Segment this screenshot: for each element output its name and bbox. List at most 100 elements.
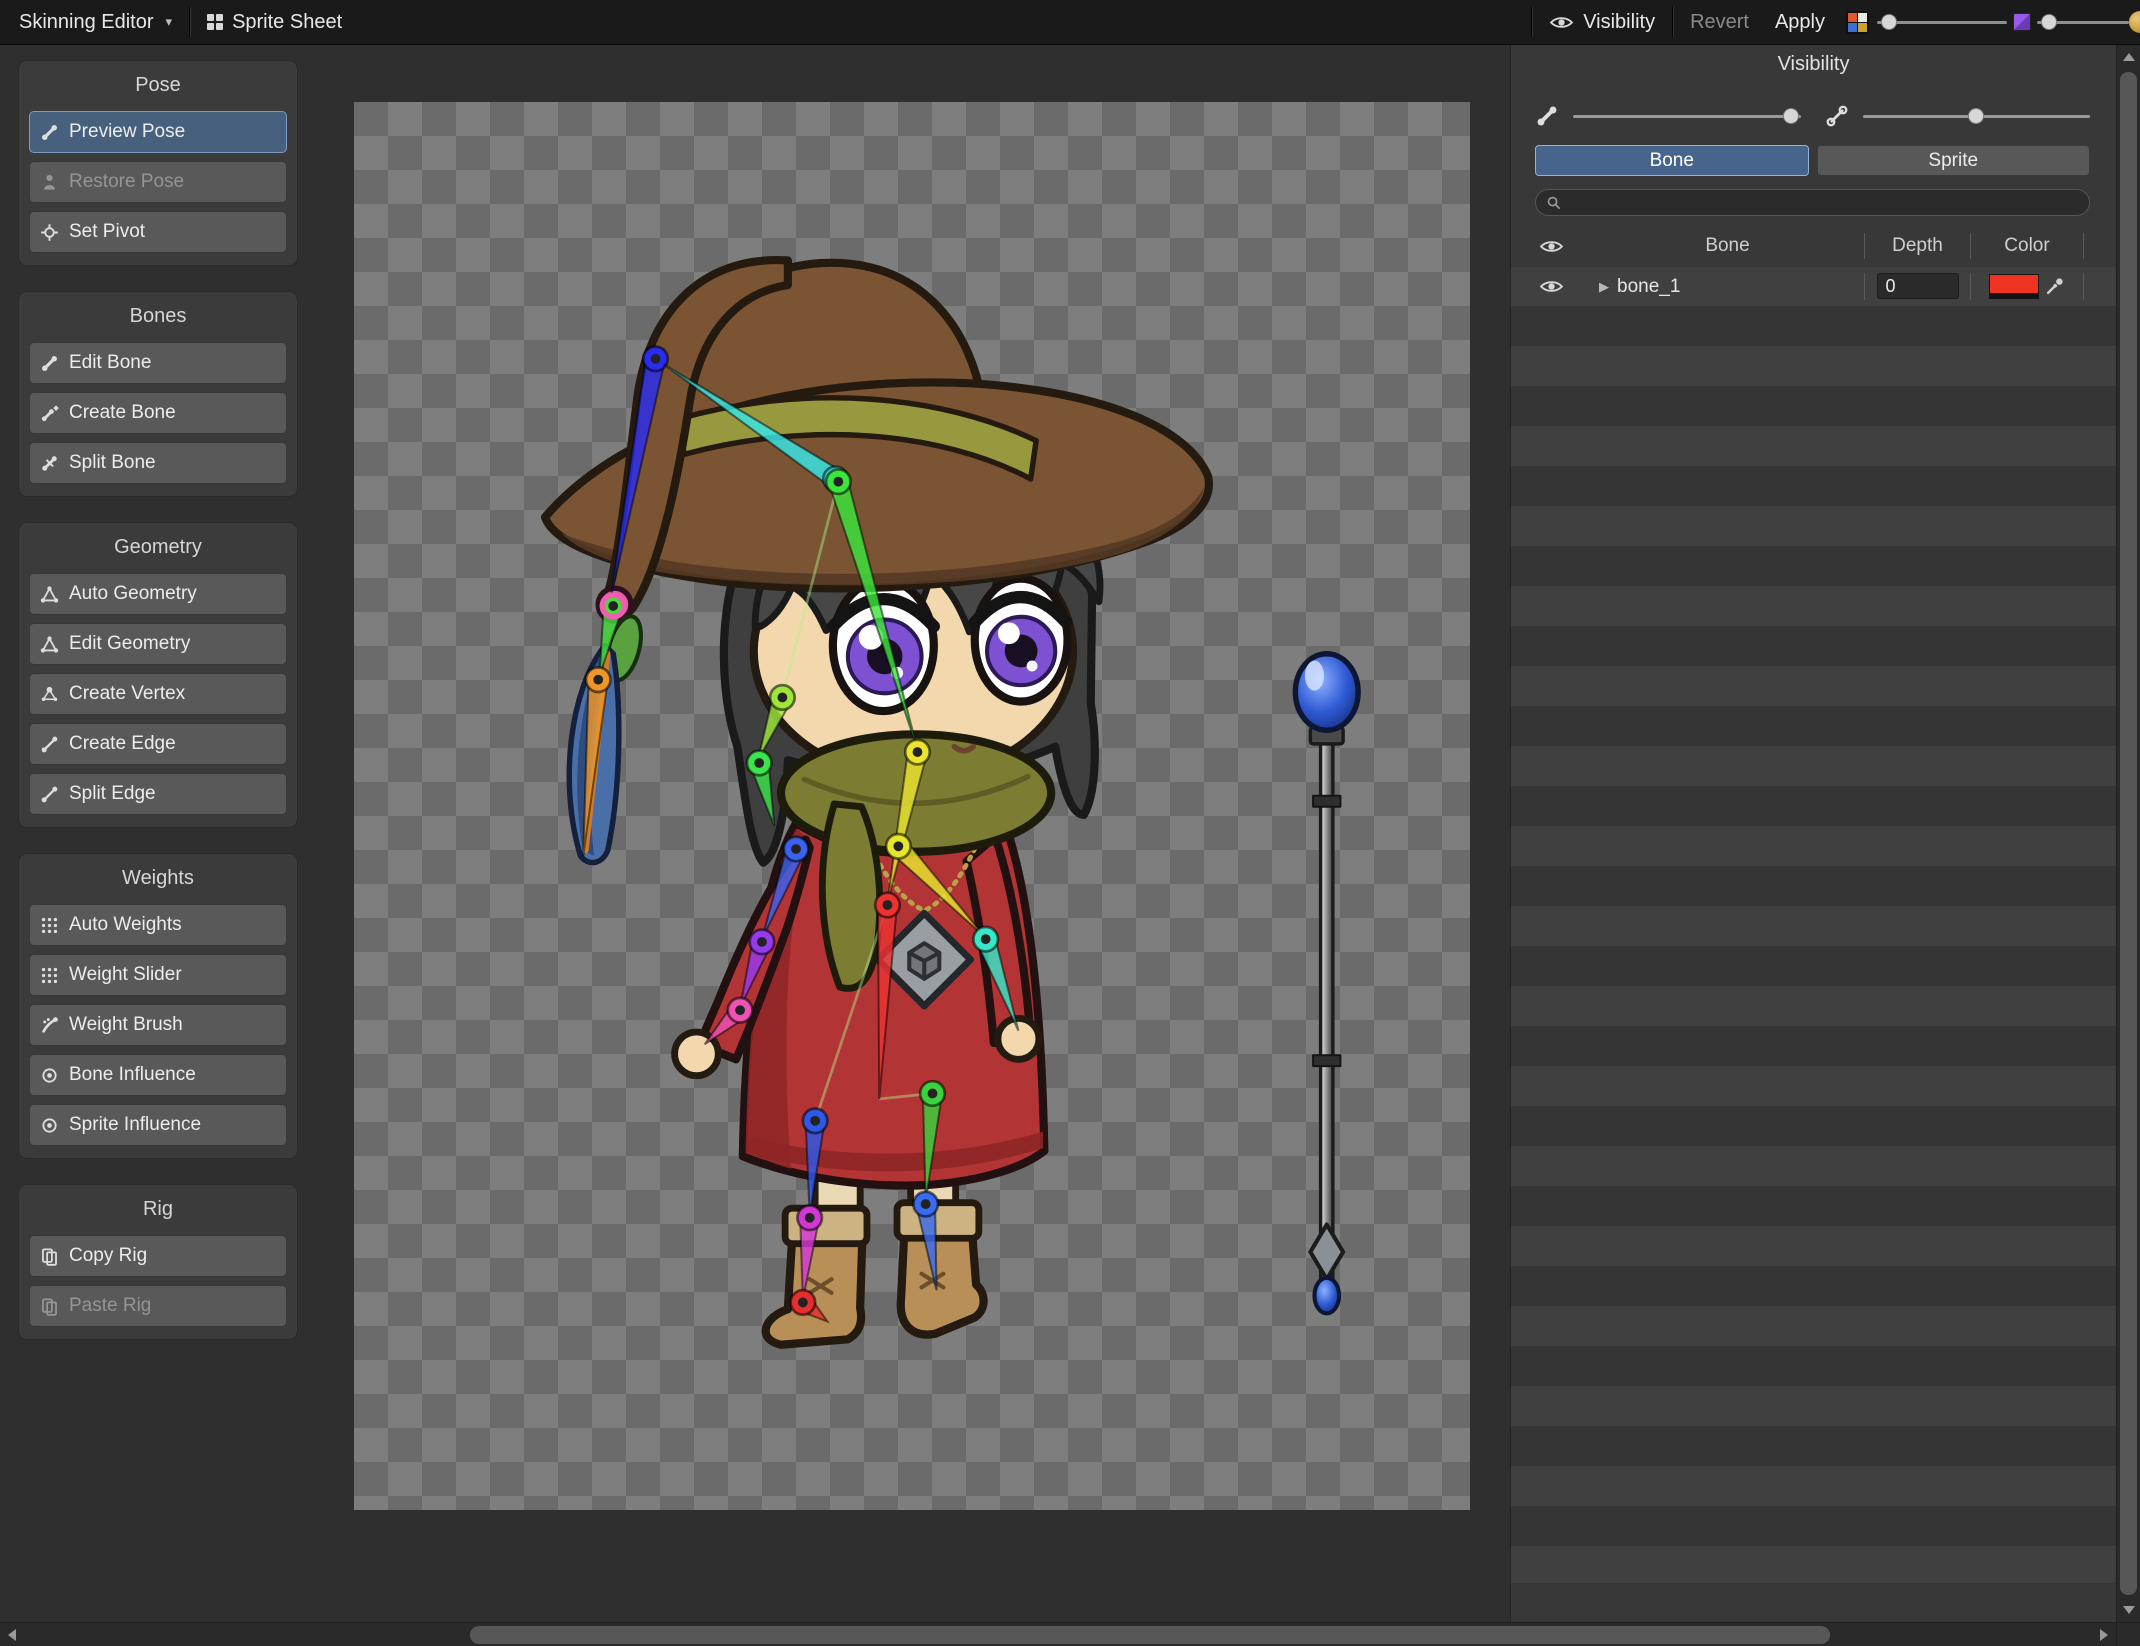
scroll-up-button[interactable] bbox=[2117, 45, 2140, 69]
create-edge-button[interactable]: Create Edge bbox=[29, 723, 287, 765]
group-title: Rig bbox=[142, 1198, 173, 1220]
edge-icon bbox=[40, 735, 59, 754]
button-label: Create Edge bbox=[69, 733, 176, 754]
bone-search-input[interactable] bbox=[1567, 191, 2079, 214]
slider-track[interactable] bbox=[1877, 14, 2007, 30]
button-label: Copy Rig bbox=[69, 1245, 148, 1266]
revert-button[interactable]: Revert bbox=[1677, 0, 1762, 44]
vertical-scrollbar[interactable] bbox=[2116, 45, 2140, 1622]
auto-weights-button[interactable]: Auto Weights bbox=[29, 904, 287, 946]
horizontal-scrollbar[interactable] bbox=[0, 1622, 2116, 1646]
toolbar-divider bbox=[1672, 7, 1674, 37]
weight-slider-button[interactable]: Weight Slider bbox=[29, 954, 287, 996]
edit-bone-button[interactable]: Edit Bone bbox=[29, 342, 287, 384]
vertical-scroll-thumb[interactable] bbox=[2120, 72, 2137, 1595]
eyedropper-icon[interactable] bbox=[2045, 276, 2065, 296]
sprite-sheet-icon bbox=[207, 14, 224, 30]
column-bone: Bone bbox=[1705, 235, 1750, 256]
palette-icon[interactable] bbox=[1846, 10, 1869, 34]
auto-geometry-button[interactable]: Auto Geometry bbox=[29, 573, 287, 615]
column-depth: Depth bbox=[1864, 232, 1970, 260]
weights-group: Weights Auto Weights Weight Slider Weigh… bbox=[18, 853, 298, 1159]
mesh-opacity-slider[interactable] bbox=[1862, 108, 2090, 124]
slider-knob[interactable] bbox=[1783, 108, 1800, 124]
slider-track[interactable] bbox=[2037, 14, 2129, 30]
scroll-right-button[interactable] bbox=[2092, 1623, 2116, 1646]
bones-group: Bones Edit Bone Create Bone Split Bone bbox=[18, 291, 298, 497]
slider-knob[interactable] bbox=[2040, 14, 2057, 30]
button-label: Create Vertex bbox=[69, 683, 186, 704]
create-bone-button[interactable]: Create Bone bbox=[29, 392, 287, 434]
bone-search-box[interactable] bbox=[1535, 189, 2090, 216]
transparency-checkerboard[interactable] bbox=[354, 102, 1470, 1510]
sprite-sheet-label: Sprite Sheet bbox=[232, 10, 343, 33]
split-edge-button[interactable]: Split Edge bbox=[29, 773, 287, 815]
edit-geometry-button[interactable]: Edit Geometry bbox=[29, 623, 287, 665]
button-label: Split Edge bbox=[69, 783, 156, 804]
bone-row[interactable]: ▶ bone_1 bbox=[1511, 267, 2116, 306]
mesh-opacity-icon bbox=[1825, 104, 1849, 128]
skinning-editor-dropdown[interactable]: Skinning Editor ▾ bbox=[6, 0, 185, 44]
button-label: Paste Rig bbox=[69, 1295, 152, 1316]
visibility-label: Visibility bbox=[1583, 10, 1656, 33]
weight-brush-button[interactable]: Weight Brush bbox=[29, 1004, 287, 1046]
restore-pose-button[interactable]: Restore Pose bbox=[29, 161, 287, 203]
grid-swatch-icon[interactable] bbox=[2013, 13, 2031, 31]
person-icon bbox=[40, 173, 59, 192]
tab-bone[interactable]: Bone bbox=[1535, 145, 1809, 176]
sprite-influence-button[interactable]: Sprite Influence bbox=[29, 1104, 287, 1146]
bone-influence-button[interactable]: Bone Influence bbox=[29, 1054, 287, 1096]
scroll-left-button[interactable] bbox=[0, 1623, 24, 1646]
bone-add-icon bbox=[40, 404, 59, 423]
toolbar-divider bbox=[1531, 7, 1533, 37]
paste-rig-button[interactable]: Paste Rig bbox=[29, 1285, 287, 1327]
bone-visibility-toggle[interactable] bbox=[1539, 278, 1564, 295]
preview-pose-button[interactable]: Preview Pose bbox=[29, 111, 287, 153]
horizontal-scroll-thumb[interactable] bbox=[470, 1626, 1830, 1644]
bone-gizmos[interactable] bbox=[354, 102, 1470, 1510]
bone-icon bbox=[40, 123, 59, 142]
pose-group: Pose Preview Pose Restore Pose Set Pivot bbox=[18, 60, 298, 266]
button-label: Split Bone bbox=[69, 452, 156, 473]
slider-knob[interactable] bbox=[1968, 108, 1985, 124]
bone-color-swatch[interactable] bbox=[1989, 273, 2039, 299]
opacity-sliders bbox=[1535, 101, 2090, 131]
toolbar-opacity-slider[interactable] bbox=[1877, 0, 2007, 44]
set-pivot-button[interactable]: Set Pivot bbox=[29, 211, 287, 253]
mesh-icon bbox=[40, 635, 59, 654]
split-bone-button[interactable]: Split Bone bbox=[29, 442, 287, 484]
slider-knob[interactable] bbox=[1880, 14, 1897, 30]
dots-grid-icon bbox=[40, 916, 59, 935]
button-label: Edit Bone bbox=[69, 352, 152, 373]
scrollbar-corner bbox=[2116, 1622, 2140, 1646]
geometry-group: Geometry Auto Geometry Edit Geometry Cre… bbox=[18, 522, 298, 828]
search-icon bbox=[1546, 195, 1561, 210]
mesh-icon bbox=[40, 585, 59, 604]
depth-input[interactable] bbox=[1876, 273, 1959, 300]
skinning-editor-window: Skinning Editor ▾ Sprite Sheet Visibilit… bbox=[0, 0, 2140, 1646]
visibility-toggle[interactable]: Visibility bbox=[1536, 0, 1668, 44]
sprite-sheet-button[interactable]: Sprite Sheet bbox=[194, 0, 355, 44]
toolbar-divider bbox=[189, 7, 191, 37]
toolbar-zoom-slider[interactable] bbox=[2037, 0, 2129, 44]
bone-opacity-slider[interactable] bbox=[1573, 108, 1801, 124]
skinning-editor-label: Skinning Editor bbox=[19, 10, 154, 33]
button-label: Set Pivot bbox=[69, 221, 146, 242]
copy-rig-button[interactable]: Copy Rig bbox=[29, 1235, 287, 1277]
influence-icon bbox=[40, 1116, 59, 1135]
visibility-panel-title: Visibility bbox=[1777, 53, 1850, 75]
brush-icon bbox=[40, 1016, 59, 1035]
button-label: Bone Influence bbox=[69, 1064, 196, 1085]
button-label: Weight Slider bbox=[69, 964, 182, 985]
column-color: Color bbox=[1970, 232, 2084, 260]
apply-button[interactable]: Apply bbox=[1762, 0, 1838, 44]
create-vertex-button[interactable]: Create Vertex bbox=[29, 673, 287, 715]
visibility-tabs: Bone Sprite bbox=[1535, 145, 2090, 176]
dots-grid-icon bbox=[40, 966, 59, 985]
tab-sprite[interactable]: Sprite bbox=[1816, 145, 2090, 176]
bone-name: bone_1 bbox=[1617, 275, 1681, 297]
scroll-down-button[interactable] bbox=[2117, 1598, 2140, 1622]
button-label: Edit Geometry bbox=[69, 633, 191, 654]
disclosure-triangle[interactable]: ▶ bbox=[1591, 279, 1617, 295]
bone-table-header: Bone Depth Color bbox=[1511, 227, 2116, 265]
